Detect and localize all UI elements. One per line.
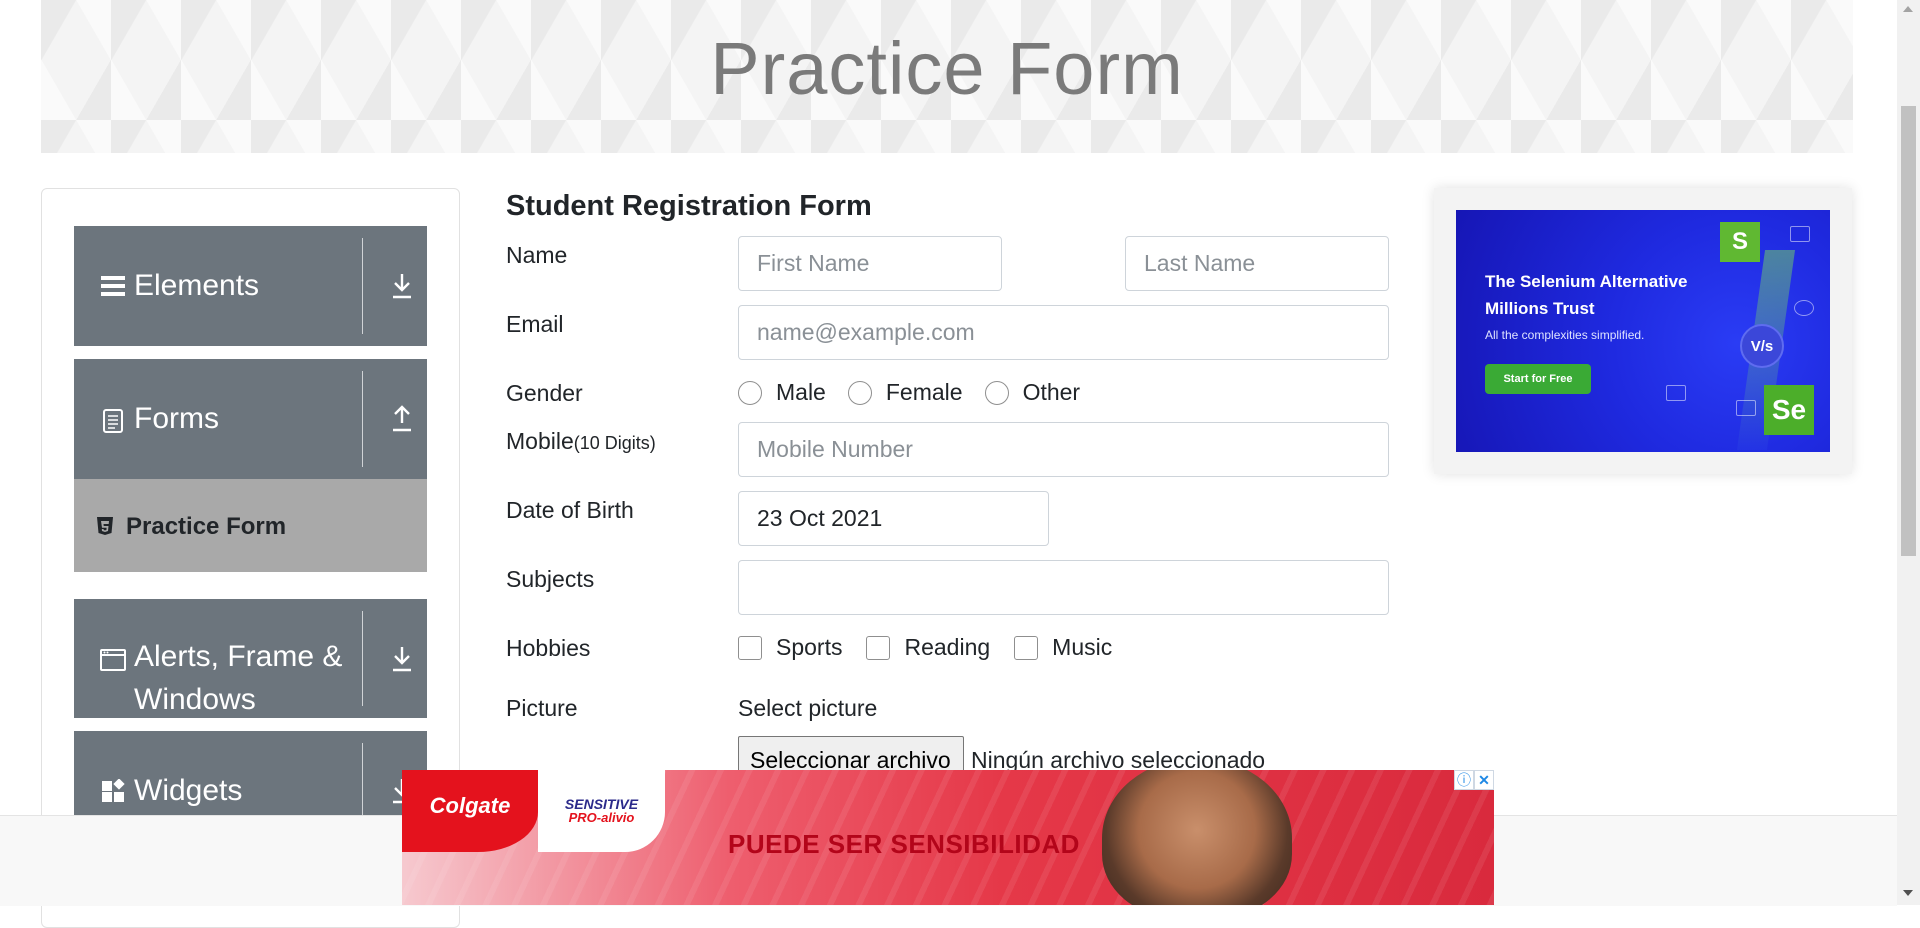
checkbox[interactable] xyxy=(1014,635,1039,660)
gender-radio-male[interactable]: Male xyxy=(738,379,826,406)
gender-radio-other[interactable]: Other xyxy=(984,379,1081,406)
document-icon xyxy=(103,409,123,433)
email-label: Email xyxy=(506,311,564,337)
last-name-input[interactable] xyxy=(1125,236,1389,291)
selenium-logo: Se xyxy=(1764,385,1814,435)
page-title: Practice Form xyxy=(710,27,1184,110)
bottom-ad-headline: PUEDE SER SENSIBILIDAD xyxy=(728,829,1080,859)
scroll-down-icon[interactable] xyxy=(1903,890,1913,896)
gender-label: Gender xyxy=(506,380,583,406)
page-header-banner: Practice Form xyxy=(41,0,1853,153)
ad-headline-line: Millions Trust xyxy=(1485,299,1595,318)
html5-icon xyxy=(97,517,113,535)
first-name-input[interactable] xyxy=(738,236,1002,291)
ad-s-logo: S xyxy=(1720,222,1760,262)
radio-label: Other xyxy=(1022,379,1081,405)
hobby-checkbox-music[interactable]: Music xyxy=(1014,634,1112,661)
scrollbar-thumb[interactable] xyxy=(1901,106,1916,556)
checkbox-label: Music xyxy=(1052,634,1113,660)
colgate-logo: Colgate xyxy=(402,770,538,852)
email-input[interactable] xyxy=(738,305,1389,360)
date-of-birth-label: Date of Birth xyxy=(506,497,634,523)
hobby-checkbox-sports[interactable]: Sports xyxy=(738,634,842,661)
bottom-ad-banner[interactable]: Colgate SENSITIVE PRO-alivio PUEDE SER S… xyxy=(402,770,1494,905)
sidebar-group-label: Alerts, Frame & Windows xyxy=(134,640,343,716)
ad-start-free-button[interactable]: Start for Free xyxy=(1485,364,1591,394)
ad-info-icon[interactable]: ⓘ xyxy=(1454,770,1474,790)
sidebar-group-label: Forms xyxy=(134,402,219,435)
subjects-input[interactable] xyxy=(738,560,1389,615)
checkbox[interactable] xyxy=(738,635,762,660)
date-of-birth-input[interactable] xyxy=(738,491,1049,546)
radio-button[interactable] xyxy=(847,380,872,405)
widgets-icon xyxy=(102,779,125,802)
menu-icon xyxy=(101,276,125,296)
sidebar-item-label: Practice Form xyxy=(126,513,287,540)
hobbies-label: Hobbies xyxy=(506,635,591,661)
checkbox[interactable] xyxy=(866,635,891,660)
image-icon xyxy=(1666,385,1686,401)
image-icon xyxy=(1736,400,1756,416)
form-title: Student Registration Form xyxy=(506,190,872,222)
sidebar-group-alerts-frame-windows[interactable]: Alerts, Frame & Windows xyxy=(74,599,427,718)
hobbies-checkbox-group: Sports Reading Music xyxy=(738,634,1136,661)
window-icon xyxy=(100,649,126,671)
ad-subtext: All the complexities simplified. xyxy=(1485,328,1645,342)
eye-icon xyxy=(1794,300,1814,316)
sidebar-group-elements[interactable]: Elements xyxy=(74,226,427,346)
sidebar-group-forms[interactable]: Forms xyxy=(74,359,427,479)
ad-headline-line: The Selenium Alternative xyxy=(1485,272,1688,291)
code-icon xyxy=(1790,226,1810,242)
ad-controls: ⓘ ✕ xyxy=(1454,770,1494,790)
checkbox-label: Sports xyxy=(776,634,843,660)
ad-vs-badge: V/s xyxy=(1740,324,1784,368)
sidebar-group-label: Widgets xyxy=(134,774,243,807)
product-line: PRO-alivio xyxy=(568,810,635,825)
radio-label: Female xyxy=(885,379,963,405)
picture-label: Picture xyxy=(506,695,578,721)
upload-icon[interactable] xyxy=(390,405,414,433)
select-picture-label: Select picture xyxy=(738,695,878,721)
gender-radio-group: Male Female Other xyxy=(738,379,1102,406)
download-icon[interactable] xyxy=(390,272,414,300)
mobile-hint: (10 Digits) xyxy=(573,433,656,453)
vertical-scrollbar[interactable] xyxy=(1897,0,1920,905)
ad-close-icon[interactable]: ✕ xyxy=(1474,770,1494,790)
name-label: Name xyxy=(506,242,568,268)
divider xyxy=(362,238,363,334)
sidebar-group-label: Elements xyxy=(134,269,260,302)
mobile-number-input[interactable] xyxy=(738,422,1389,477)
hobby-checkbox-reading[interactable]: Reading xyxy=(866,634,990,661)
right-ad-banner[interactable]: The Selenium Alternative Millions Trust … xyxy=(1456,210,1830,452)
mobile-label: Mobile(10 Digits) xyxy=(506,428,656,455)
ad-headline: The Selenium Alternative Millions Trust xyxy=(1485,268,1687,322)
radio-button[interactable] xyxy=(738,380,762,405)
radio-label: Male xyxy=(776,379,826,405)
scroll-up-icon[interactable] xyxy=(1903,6,1913,12)
download-icon[interactable] xyxy=(390,645,414,673)
ad-person-image xyxy=(1102,770,1292,905)
product-line: SENSITIVE xyxy=(564,796,639,812)
gender-radio-female[interactable]: Female xyxy=(847,379,963,406)
brand-text: Colgate xyxy=(429,793,511,818)
mobile-label-text: Mobile xyxy=(506,428,574,454)
divider xyxy=(362,371,363,467)
subjects-label: Subjects xyxy=(506,566,595,592)
radio-button[interactable] xyxy=(984,380,1009,405)
product-logo: SENSITIVE PRO-alivio xyxy=(538,770,665,852)
divider xyxy=(362,611,363,706)
checkbox-label: Reading xyxy=(904,634,991,660)
sidebar-item-practice-form[interactable]: Practice Form xyxy=(74,479,427,572)
